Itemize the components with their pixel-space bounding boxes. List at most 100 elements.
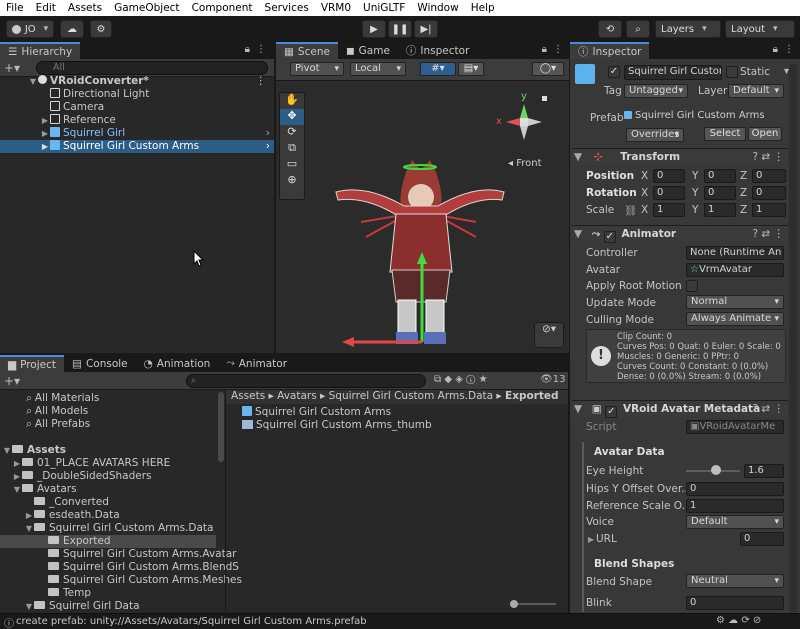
animator-enabled-checkbox[interactable]: ✓ (603, 231, 616, 243)
url-count-field[interactable]: 0 (740, 532, 784, 546)
menu-services[interactable]: Services (259, 2, 315, 14)
history-button[interactable]: ⟲ (598, 20, 622, 38)
folder-item[interactable]: ▼ Squirrel Girl Custom Arms.Data (0, 522, 214, 535)
local-dropdown[interactable]: Local (350, 62, 406, 76)
reference-scale-field[interactable]: 1 (686, 499, 784, 513)
component-menu-icons[interactable]: ? ⇄ ⋮ (752, 226, 784, 242)
hidden-count[interactable]: 👁︎13 (540, 374, 565, 385)
tag-dropdown[interactable]: Untagged (624, 84, 688, 98)
layer-dropdown[interactable]: Default (728, 84, 784, 98)
component-menu-icons[interactable]: ? ⇄ ⋮ (752, 401, 784, 417)
menu-vrm0[interactable]: VRM0 (315, 2, 357, 14)
account-dropdown[interactable]: JO (6, 20, 54, 38)
scale-y-field[interactable]: 1 (704, 203, 736, 217)
icon-size-slider[interactable] (512, 603, 556, 605)
expand-arrow-icon[interactable]: ▶ (40, 140, 50, 153)
draw-mode-button[interactable]: ◯▾ (532, 62, 564, 76)
menu-file[interactable]: File (0, 2, 30, 14)
url-label[interactable]: ▶ URL (586, 533, 617, 545)
hand-tool-icon[interactable]: ✋ (280, 93, 304, 109)
favorite-item[interactable]: ⌕ All Models (0, 405, 88, 418)
animator-header[interactable]: ▼ ⤳ ✓ Animator ? ⇄ ⋮ (572, 225, 788, 243)
eye-height-slider-knob[interactable] (710, 465, 721, 475)
blink-field[interactable]: 0 (686, 596, 784, 610)
active-checkbox[interactable]: ✓ (608, 66, 620, 78)
play-button[interactable]: ▶ (362, 20, 386, 38)
layers-dropdown[interactable]: Layers (655, 20, 721, 38)
folder-item[interactable]: ▼ Squirrel Girl Data (0, 600, 140, 611)
more-icon[interactable]: ⋮ (784, 44, 794, 55)
chevron-right-icon[interactable]: › (266, 127, 270, 140)
prefab-asset-field[interactable]: Squirrel Girl Custom Arms (624, 110, 784, 124)
search-button[interactable]: ⌕ (626, 20, 650, 38)
breadcrumb-item[interactable]: Avatars (277, 390, 317, 402)
overrides-dropdown[interactable]: Overrides (626, 128, 684, 142)
tab-inspector-center[interactable]: ⓘ Inspector (398, 42, 477, 59)
link-icon[interactable]: ⛓ (624, 204, 637, 217)
transform-tool-icon[interactable]: ⊕ (280, 173, 304, 189)
menu-help[interactable]: Help (465, 2, 501, 14)
avatar-model[interactable] (326, 152, 516, 347)
add-icon[interactable]: +▾ (4, 374, 20, 388)
component-menu-icons[interactable]: ? ⇄ ⋮ (752, 149, 784, 165)
tab-inspector[interactable]: ⓘ Inspector (570, 42, 650, 59)
hierarchy-item-selected[interactable]: ▶ Squirrel Girl Custom Arms › (0, 140, 274, 153)
scene-more-icon[interactable]: ⋮ (256, 75, 267, 88)
scale-x-field[interactable]: 1 (653, 203, 685, 217)
add-icon[interactable]: +▾ (4, 61, 20, 75)
folder-item[interactable]: ▶ _DoubleSidedShaders (0, 470, 152, 483)
assets-root[interactable]: ▼ Assets (0, 444, 66, 457)
vroid-enabled-checkbox[interactable]: ✓ (605, 406, 618, 418)
menu-window[interactable]: Window (411, 2, 464, 14)
expand-arrow-icon[interactable]: ▶ (40, 127, 50, 140)
update-mode-dropdown[interactable]: Normal (686, 295, 784, 309)
pause-button[interactable]: ❚❚ (388, 20, 412, 38)
inspector-scrollbar[interactable] (789, 64, 797, 612)
folder-item[interactable]: Squirrel Girl Custom Arms.BlendS (0, 561, 239, 574)
breadcrumb-item[interactable]: Squirrel Girl Custom Arms.Data (329, 390, 493, 402)
hierarchy-item[interactable]: ▶ Squirrel Girl › (0, 127, 274, 140)
increment-snap-button[interactable]: ▤▾ (458, 62, 484, 76)
rotate-tool-icon[interactable]: ⟳ (280, 125, 304, 141)
select-button[interactable]: Select (704, 127, 746, 141)
tab-animator[interactable]: ⤳ Animator (218, 355, 295, 372)
menu-assets[interactable]: Assets (62, 2, 108, 14)
tab-animation[interactable]: ◔ Animation (136, 355, 219, 372)
folder-item[interactable]: _Converted (0, 496, 109, 509)
hierarchy-item[interactable]: Directional Light (0, 88, 149, 101)
more-icon[interactable]: ⋮ (256, 44, 266, 55)
vroid-metadata-header[interactable]: ▼ ▣ ✓ VRoid Avatar Metadata ? ⇄ ⋮ (572, 400, 788, 418)
pivot-dropdown[interactable]: Pivot (290, 62, 344, 76)
folder-item[interactable]: Squirrel Girl Custom Arms.Avatar (0, 548, 236, 561)
asset-item[interactable]: Squirrel Girl Custom Arms_thumb (242, 419, 432, 432)
hierarchy-item[interactable]: Camera (0, 101, 104, 114)
favorite-item[interactable]: ⌕ All Prefabs (0, 418, 90, 431)
folder-item[interactable]: ▼ Avatars (0, 483, 77, 496)
position-y-field[interactable]: 0 (704, 169, 736, 183)
tab-console[interactable]: ▤ Console (64, 355, 136, 372)
cloud-button[interactable]: ☁ (60, 20, 84, 38)
static-checkbox[interactable] (726, 66, 738, 78)
layout-dropdown[interactable]: Layout (725, 20, 795, 38)
expand-arrow-icon[interactable]: ▼ (28, 75, 38, 88)
breadcrumb-item[interactable]: Assets (231, 390, 265, 402)
menu-edit[interactable]: Edit (30, 2, 62, 14)
avatar-field[interactable]: ☆VrmAvatar (686, 263, 784, 277)
culling-mode-dropdown[interactable]: Always Animate (686, 312, 784, 326)
tab-game[interactable]: ◼ Game (338, 42, 398, 59)
collab-button[interactable]: ⚙ (90, 20, 112, 38)
tab-hierarchy[interactable]: ☰ Hierarchy (0, 42, 81, 59)
tab-scene[interactable]: ▦ Scene (276, 42, 338, 59)
eye-height-field[interactable]: 1.6 (744, 464, 784, 478)
script-field[interactable]: ▣VRoidAvatarMe (686, 420, 784, 434)
tab-project[interactable]: ▆ Project (0, 355, 65, 372)
scene-row[interactable]: ▼ VRoidConverter* ⋮ (0, 75, 274, 88)
folder-item[interactable]: Squirrel Girl Custom Arms.Meshes (0, 574, 242, 587)
move-tool-icon[interactable]: ✥ (280, 109, 304, 125)
rotation-x-field[interactable]: 0 (653, 186, 685, 200)
hierarchy-search-input[interactable]: All (36, 61, 268, 75)
status-message[interactable]: create prefab: unity://Assets/Avatars/Sq… (16, 616, 367, 627)
scale-z-field[interactable]: 1 (752, 203, 786, 217)
rect-tool-icon[interactable]: ▭ (280, 157, 304, 173)
scale-tool-icon[interactable]: ⧉ (280, 141, 304, 157)
